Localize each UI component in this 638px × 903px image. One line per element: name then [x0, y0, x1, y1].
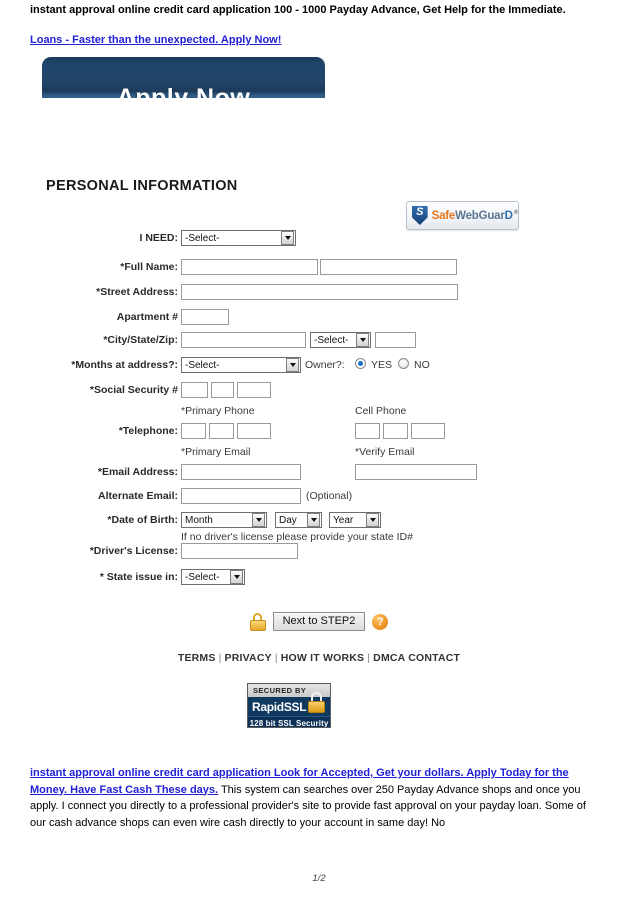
shield-icon: S [412, 206, 428, 225]
rapidssl-bit-label: 128 bit SSL Security [248, 716, 330, 727]
ssn-part3-input[interactable] [237, 382, 271, 398]
state-issued-value: -Select- [185, 571, 220, 583]
apartment-input[interactable] [181, 309, 229, 325]
apply-now-banner-label: Apply Now [116, 84, 251, 98]
dob-month-select[interactable]: Month [181, 512, 267, 528]
chevron-down-icon[interactable] [356, 333, 369, 347]
primary-phone-line-input[interactable] [237, 423, 271, 439]
state-select-value: -Select- [314, 334, 349, 346]
rapidssl-name-row: RapidSSL [248, 692, 330, 716]
safewebguard-badge-label: SafeWebGuarD® [431, 209, 519, 222]
page-number: 1/2 [312, 873, 326, 884]
months-at-address-select-value: -Select- [185, 359, 220, 371]
city-input[interactable] [181, 332, 306, 348]
apply-now-banner-surface[interactable]: Apply Now [42, 57, 325, 98]
primary-phone-area-input[interactable] [181, 423, 206, 439]
footer-link-how-it-works[interactable]: HOW IT WORKS [281, 652, 364, 664]
next-to-step2-button[interactable]: Next to STEP2 [272, 612, 366, 631]
chevron-down-icon[interactable] [252, 513, 265, 527]
label-date-of-birth: *Date of Birth: [107, 514, 178, 526]
ssn-part2-input[interactable] [211, 382, 234, 398]
street-address-input[interactable] [181, 284, 458, 300]
i-need-select[interactable]: -Select- [181, 230, 296, 246]
label-alternate-email: Alternate Email: [98, 490, 178, 502]
chevron-down-icon[interactable] [307, 513, 320, 527]
verify-email-input[interactable] [355, 464, 477, 480]
label-full-name: *Full Name: [120, 261, 178, 273]
i-need-select-value: -Select- [185, 232, 220, 244]
rapidssl-badge[interactable]: SECURED BY RapidSSL 128 bit SSL Security [247, 683, 331, 728]
footer-link-dmca-contact[interactable]: DMCA CONTACT [373, 652, 460, 664]
chevron-down-icon[interactable] [366, 513, 379, 527]
zip-input[interactable] [375, 332, 416, 348]
state-issued-select[interactable]: -Select- [181, 569, 245, 585]
footer-separator: | [274, 652, 278, 664]
footer-link-privacy[interactable]: PRIVACY [225, 652, 272, 664]
months-at-address-select[interactable]: -Select- [181, 357, 301, 373]
label-owner-no: NO [414, 359, 430, 371]
owner-no-radio[interactable] [398, 358, 409, 369]
label-apartment: Apartment # [116, 311, 178, 323]
ssn-part1-input[interactable] [181, 382, 208, 398]
label-i-need: I NEED: [139, 232, 178, 244]
safewebguard-part-webguar: WebGuar [455, 209, 505, 222]
label-owner: Owner?: [305, 359, 345, 371]
alternate-email-optional-note: (Optional) [306, 490, 353, 502]
footer-separator: | [218, 652, 222, 664]
label-primary-email: *Primary Email [181, 446, 251, 458]
dob-month-value: Month [185, 514, 213, 526]
label-state-issued-in: * State issue in: [99, 571, 178, 583]
dob-day-value: Day [279, 514, 297, 526]
footer-links: TERMS | PRIVACY | HOW IT WORKS | DMCA CONTACT [0, 652, 638, 664]
state-select[interactable]: -Select- [310, 332, 371, 348]
first-name-input[interactable] [181, 259, 318, 275]
bottom-paragraph: instant approval online credit card appl… [30, 765, 598, 831]
footer-separator: | [367, 652, 371, 664]
owner-yes-radio[interactable] [355, 358, 366, 369]
label-city-state-zip: *City/State/Zip: [103, 334, 178, 346]
dob-year-select[interactable]: Year [329, 512, 381, 528]
apply-now-banner[interactable]: Apply Now [42, 57, 325, 98]
label-email-address: *Email Address: [97, 466, 178, 478]
help-icon[interactable]: ? [372, 613, 389, 630]
header-apply-link[interactable]: Loans - Faster than the unexpected. Appl… [30, 33, 281, 47]
footer-link-terms[interactable]: TERMS [178, 652, 216, 664]
dob-year-value: Year [333, 514, 354, 526]
chevron-down-icon[interactable] [230, 570, 243, 584]
label-street-address: *Street Address: [96, 286, 178, 298]
chevron-down-icon[interactable] [281, 231, 294, 245]
drivers-license-input[interactable] [181, 543, 298, 559]
padlock-icon [249, 612, 266, 631]
safewebguard-part-d: D [504, 209, 513, 222]
section-title: PERSONAL INFORMATION [46, 178, 238, 194]
primary-phone-prefix-input[interactable] [209, 423, 234, 439]
safewebguard-part-safe: Safe [431, 209, 456, 222]
page-title: instant approval online credit card appl… [30, 4, 566, 16]
label-verify-email: *Verify Email [355, 446, 415, 458]
label-social-security: *Social Security # [89, 384, 178, 396]
alternate-email-input[interactable] [181, 488, 301, 504]
label-drivers-license: *Driver's License: [89, 545, 178, 557]
cell-phone-line-input[interactable] [411, 423, 445, 439]
cell-phone-prefix-input[interactable] [383, 423, 408, 439]
dob-day-select[interactable]: Day [275, 512, 322, 528]
last-name-input[interactable] [320, 259, 457, 275]
chevron-down-icon[interactable] [286, 358, 299, 372]
label-primary-phone: *Primary Phone [181, 405, 255, 417]
drivers-license-hint: If no driver's license please provide yo… [181, 531, 413, 543]
padlock-icon [308, 692, 325, 713]
next-step-row: Next to STEP2 ? [0, 612, 638, 631]
cell-phone-area-input[interactable] [355, 423, 380, 439]
safewebguard-badge[interactable]: S SafeWebGuarD® [406, 201, 519, 230]
primary-email-input[interactable] [181, 464, 301, 480]
label-months-at-address: *Months at address?: [71, 359, 178, 371]
rapidssl-name-label: RapidSSL [252, 699, 307, 714]
registered-mark-icon: ® [513, 209, 518, 216]
label-cell-phone: Cell Phone [355, 405, 407, 417]
label-telephone: *Telephone: [118, 425, 178, 437]
label-owner-yes: YES [371, 359, 393, 371]
